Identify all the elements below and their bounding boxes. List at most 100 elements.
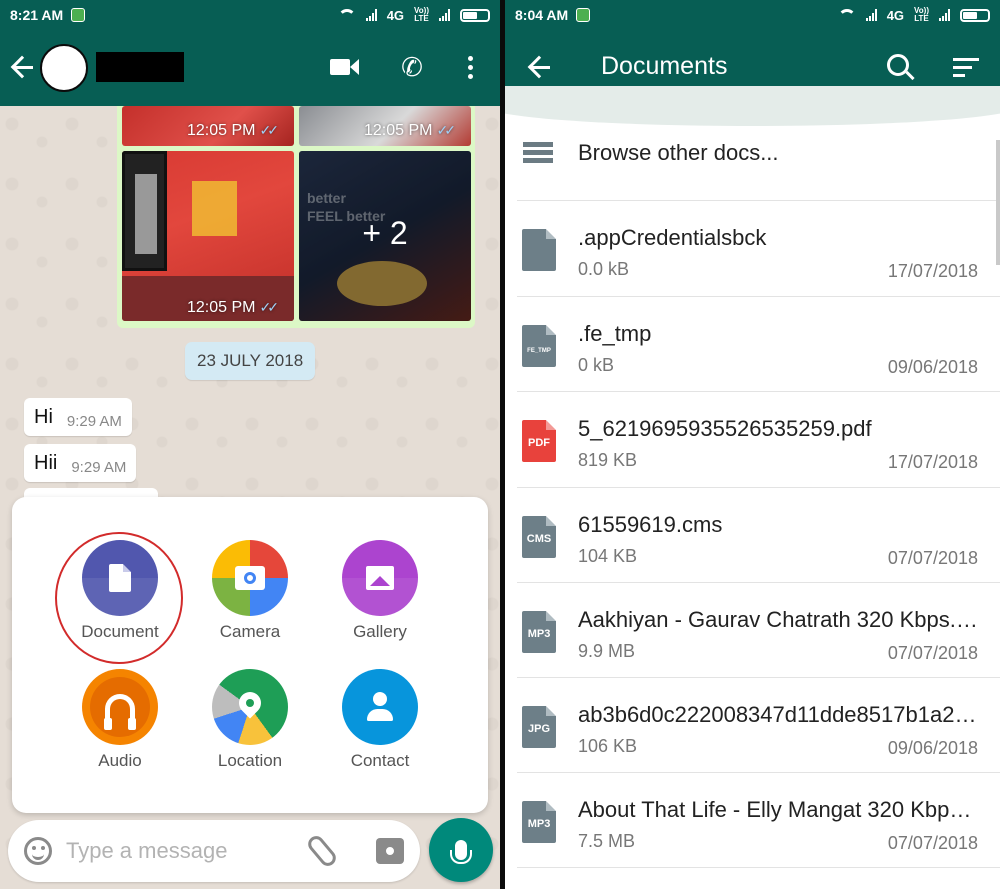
file-name: .fe_tmp xyxy=(578,321,652,346)
date-divider: 23 JULY 2018 xyxy=(185,342,316,380)
attach-location-button[interactable]: Location xyxy=(190,669,310,771)
emoji-icon[interactable] xyxy=(24,837,52,865)
file-size: 106 KB xyxy=(578,736,638,756)
message-text: Hii xyxy=(34,451,58,474)
incoming-message[interactable]: Hi 9:29 AM xyxy=(24,398,132,436)
attach-audio-button[interactable]: Audio xyxy=(60,669,180,771)
volte-icon: Vo)) LTE xyxy=(414,6,429,23)
read-ticks-icon: ✓✓ xyxy=(259,122,279,138)
file-name: .appCredentialsbck xyxy=(578,225,767,250)
message-composer xyxy=(8,820,420,882)
attach-label: Audio xyxy=(98,751,142,770)
contact-name-redacted[interactable] xyxy=(96,52,184,82)
attach-label: Location xyxy=(217,751,283,770)
camera-icon[interactable] xyxy=(376,838,404,864)
file-name: Aakhiyan - Gaurav Chatrath 320 Kbps.mp3 xyxy=(578,607,978,632)
wifi-icon xyxy=(337,9,356,21)
attach-label: Camera xyxy=(219,622,281,641)
file-date: 17/07/2018 xyxy=(887,261,978,281)
file-name: About That Life - Elly Mangat 320 Kbps.m… xyxy=(578,797,978,822)
more-options-icon[interactable] xyxy=(454,52,486,82)
documents-screen: 8:04 AM 4G Vo)) LTE Documents Browse othe… xyxy=(505,0,1000,889)
status-time: 8:04 AM xyxy=(515,7,569,23)
more-photos-count: + 2 xyxy=(362,215,408,251)
status-time: 8:21 AM xyxy=(10,7,64,23)
signal-icon xyxy=(365,9,377,21)
file-size: 0 kB xyxy=(578,355,615,375)
file-row[interactable]: .appCredentialsbck 0.0 kB 17/07/2018 xyxy=(505,201,1000,296)
read-ticks-icon: ✓✓ xyxy=(259,299,279,315)
file-date: 09/06/2018 xyxy=(887,738,978,758)
file-icon xyxy=(522,229,556,271)
gallery-icon xyxy=(342,540,418,616)
signal-icon-2 xyxy=(939,9,950,21)
album-photo[interactable] xyxy=(122,151,294,321)
back-arrow-icon[interactable] xyxy=(10,52,38,82)
message-input[interactable] xyxy=(66,830,296,872)
audio-file-icon: MP3 xyxy=(522,801,556,843)
attach-gallery-button[interactable]: Gallery xyxy=(320,540,440,642)
message-timestamp: 12:05 PM ✓✓ xyxy=(364,122,456,139)
headphones-icon xyxy=(82,669,158,745)
attach-contact-button[interactable]: Contact xyxy=(320,669,440,771)
microphone-icon xyxy=(450,840,472,864)
divider xyxy=(517,867,1000,868)
file-date: 09/06/2018 xyxy=(887,357,978,377)
incoming-message[interactable]: Hii 9:29 AM xyxy=(24,444,137,482)
paperclip-icon[interactable] xyxy=(304,832,340,870)
file-row[interactable]: MP3 About That Life - Elly Mangat 320 Kb… xyxy=(505,773,1000,868)
audio-file-icon: MP3 xyxy=(522,611,556,653)
status-bar: 8:21 AM 4G Vo)) LTE xyxy=(0,0,500,30)
network-type: 4G xyxy=(386,7,405,23)
signal-icon-2 xyxy=(439,9,450,21)
search-icon[interactable] xyxy=(887,54,909,76)
back-arrow-icon[interactable] xyxy=(527,52,555,82)
file-size: 819 KB xyxy=(578,450,638,470)
network-type: 4G xyxy=(886,7,905,23)
phone-call-icon[interactable]: ✆ xyxy=(396,52,428,82)
scrollbar[interactable] xyxy=(996,140,1000,265)
image-file-icon: JPG xyxy=(522,706,556,748)
message-time: 9:29 AM xyxy=(66,412,122,430)
file-icon: CMS xyxy=(522,516,556,558)
attach-camera-button[interactable]: Camera xyxy=(190,540,310,642)
attach-label: Contact xyxy=(350,751,410,770)
pdf-file-icon: PDF xyxy=(522,420,556,462)
read-ticks-icon: ✓✓ xyxy=(436,122,456,138)
signal-icon xyxy=(865,9,877,21)
file-row[interactable]: JPG ab3b6d0c222008347d11dde8517b1a2c.jpg… xyxy=(505,678,1000,773)
location-pin-icon xyxy=(212,669,288,745)
message-text: Hi xyxy=(34,405,53,428)
sort-icon[interactable] xyxy=(953,58,979,78)
camera-icon xyxy=(212,540,288,616)
message-timestamp: 12:05 PM ✓✓ xyxy=(187,299,279,316)
file-row[interactable]: PDF 5_6219695935526535259.pdf 819 KB 17/… xyxy=(505,392,1000,487)
file-size: 104 KB xyxy=(578,546,638,566)
notification-app-icon xyxy=(576,8,591,22)
file-name: 5_6219695935526535259.pdf xyxy=(578,416,872,441)
file-name: 61559619.cms xyxy=(578,512,723,537)
file-size: 9.9 MB xyxy=(578,641,636,661)
message-timestamp: 12:05 PM ✓✓ xyxy=(187,122,279,139)
highlight-annotation xyxy=(55,532,183,664)
browse-label: Browse other docs... xyxy=(578,140,779,165)
attach-label: Gallery xyxy=(353,622,407,641)
notification-app-icon xyxy=(71,8,86,22)
status-bar: 8:04 AM 4G Vo)) LTE xyxy=(505,0,1000,30)
file-date: 07/07/2018 xyxy=(887,643,978,663)
file-row[interactable]: FE_TMP .fe_tmp 0 kB 09/06/2018 xyxy=(505,297,1000,392)
message-time: 9:29 AM xyxy=(71,458,127,476)
file-date: 07/07/2018 xyxy=(887,833,978,853)
browse-other-docs-row[interactable]: Browse other docs... xyxy=(505,128,1000,200)
person-icon xyxy=(342,669,418,745)
contact-avatar[interactable] xyxy=(40,44,88,92)
battery-icon xyxy=(960,8,990,22)
wifi-icon xyxy=(837,9,856,21)
file-row[interactable]: MP3 Aakhiyan - Gaurav Chatrath 320 Kbps.… xyxy=(505,583,1000,678)
video-call-icon[interactable] xyxy=(328,52,360,82)
page-title: Documents xyxy=(601,52,728,80)
voice-record-button[interactable] xyxy=(429,818,493,882)
file-row[interactable]: CMS 61559619.cms 104 KB 07/07/2018 xyxy=(505,488,1000,583)
volte-icon: Vo)) LTE xyxy=(914,6,929,23)
file-size: 0.0 kB xyxy=(578,259,630,279)
